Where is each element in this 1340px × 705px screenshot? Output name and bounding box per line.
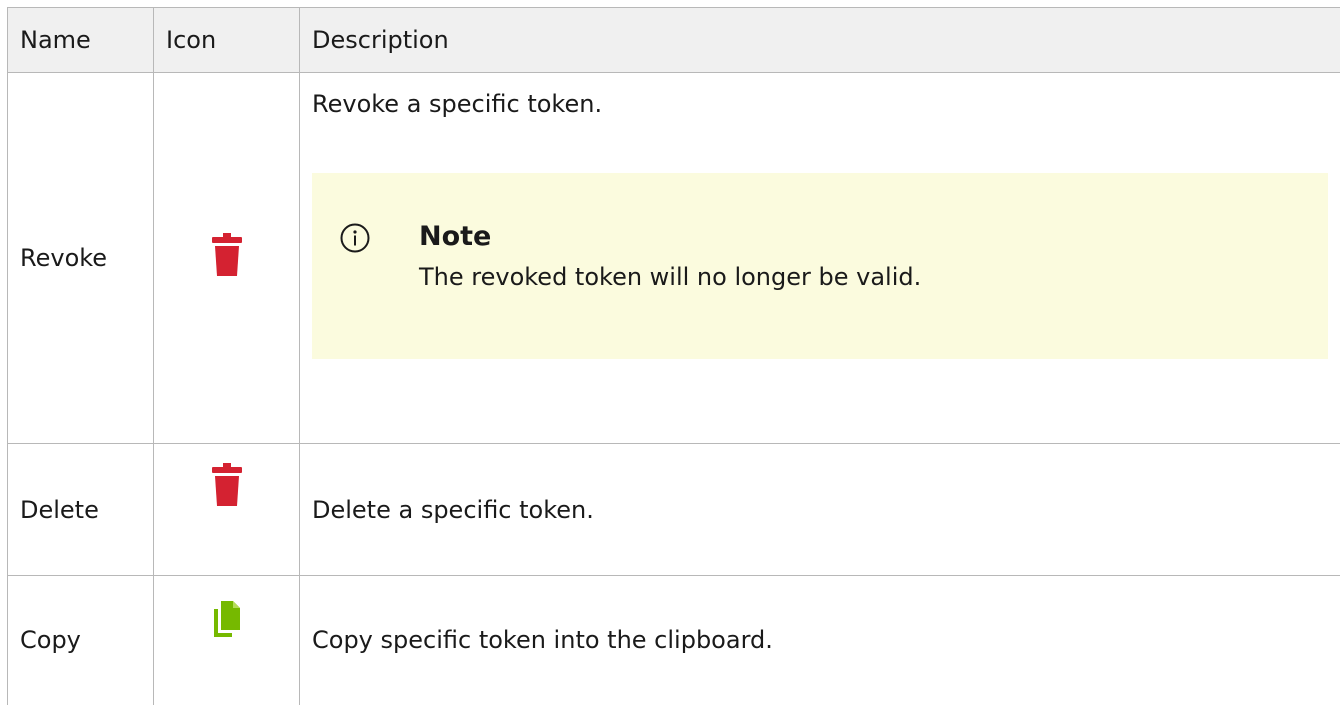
header-name: Name	[8, 8, 154, 73]
table-header-row: Name Icon Description	[8, 8, 1340, 73]
row-icon-cell	[154, 73, 300, 444]
note-box: Note The revoked token will no longer be…	[312, 173, 1328, 359]
note-body: The revoked token will no longer be vali…	[419, 263, 921, 291]
row-description-delete: Delete a specific token.	[300, 444, 1340, 576]
note-title: Note	[419, 221, 491, 252]
info-icon	[340, 223, 370, 253]
row-name-revoke: Revoke	[8, 73, 154, 444]
row-description-revoke: Revoke a specific token.	[312, 87, 1328, 121]
header-icon: Icon	[154, 8, 300, 73]
table-row: Delete Delete a specific token.	[8, 444, 1340, 576]
table-row: Copy Copy specific token into the clipbo…	[8, 576, 1340, 705]
actions-table: Name Icon Description Revoke Revoke a sp…	[7, 7, 1340, 705]
header-description: Description	[300, 8, 1340, 73]
table-row: Revoke Revoke a specific token.	[8, 73, 1340, 444]
row-name-copy: Copy	[8, 576, 154, 705]
row-name-delete: Delete	[8, 444, 154, 576]
row-icon-cell	[154, 576, 300, 705]
row-description-cell: Revoke a specific token. Note The revoke…	[300, 73, 1340, 444]
copy-icon[interactable]	[214, 601, 240, 643]
row-icon-cell	[154, 444, 300, 576]
row-description-copy: Copy specific token into the clipboard.	[300, 576, 1340, 705]
trash-icon[interactable]	[212, 233, 242, 283]
trash-icon[interactable]	[212, 463, 242, 513]
